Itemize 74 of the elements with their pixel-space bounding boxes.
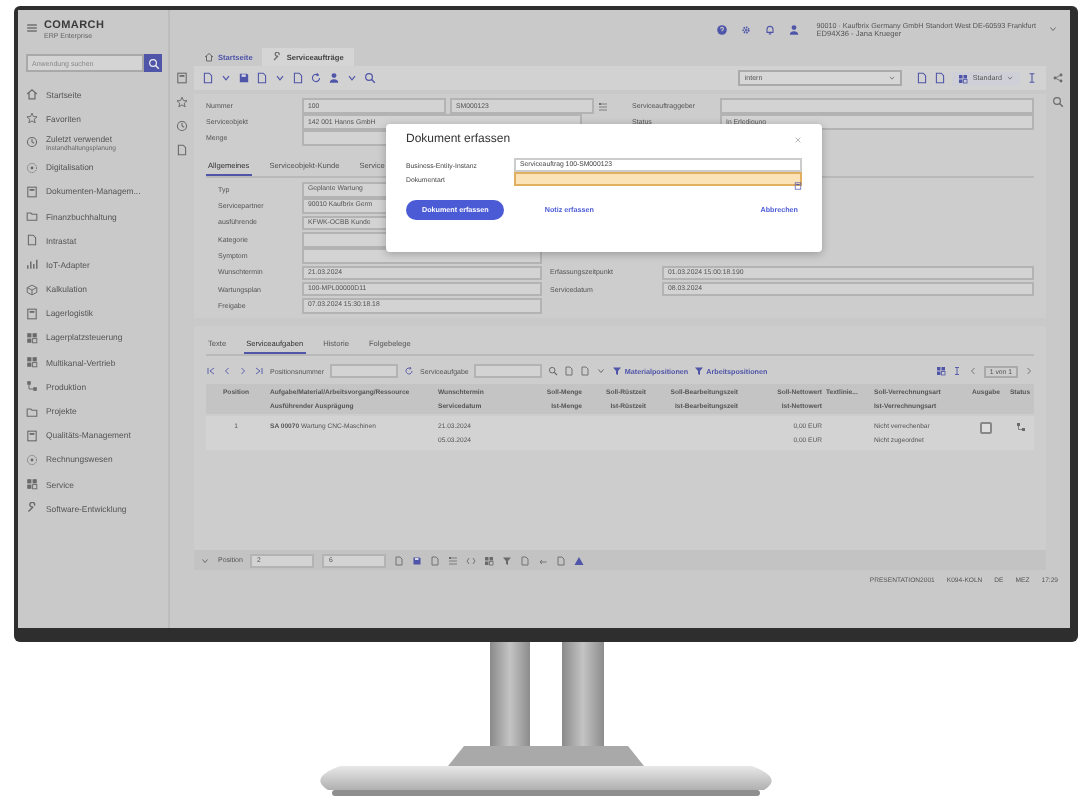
search-icon[interactable]	[364, 72, 376, 84]
caret-icon	[1006, 74, 1014, 82]
caret-icon[interactable]	[220, 72, 232, 84]
refresh-icon[interactable]	[404, 366, 415, 377]
grid-icon	[26, 478, 38, 491]
layout-icon	[958, 73, 969, 83]
chart-icon	[26, 258, 38, 271]
document-icon[interactable]	[394, 555, 405, 565]
status-icon	[1015, 422, 1025, 433]
caret-icon[interactable]	[346, 72, 358, 84]
clock-icon	[26, 136, 38, 149]
copy-icon[interactable]	[520, 555, 531, 565]
first-page-icon[interactable]	[206, 366, 216, 377]
bell-icon[interactable]	[764, 23, 777, 35]
help-icon[interactable]	[716, 23, 729, 35]
grid-icon[interactable]	[484, 555, 495, 565]
previous-icon[interactable]	[222, 366, 232, 377]
previous-icon[interactable]	[967, 366, 978, 377]
search-icon[interactable]	[548, 366, 559, 377]
caret-icon	[888, 74, 897, 82]
folder-icon	[26, 405, 38, 418]
picker-icon	[794, 182, 802, 190]
wrench-icon	[26, 502, 38, 515]
input-field[interactable]	[474, 364, 543, 379]
caret-icon[interactable]	[596, 366, 607, 377]
save-icon[interactable]	[238, 72, 250, 84]
copy-icon[interactable]	[256, 72, 268, 84]
search-icon	[147, 57, 160, 69]
wrench-icon	[272, 52, 283, 62]
search-icon[interactable]	[1052, 96, 1064, 108]
cube-icon	[26, 283, 38, 296]
document-icon[interactable]	[430, 555, 441, 565]
caret-icon[interactable]	[274, 72, 286, 84]
share-icon[interactable]	[1052, 72, 1064, 84]
text-cursor-icon[interactable]	[1026, 72, 1038, 84]
save-icon[interactable]	[412, 555, 423, 565]
document-icon	[26, 234, 38, 247]
caret-icon[interactable]	[1048, 24, 1058, 34]
board-icon	[26, 429, 38, 442]
refresh-icon[interactable]	[310, 72, 322, 84]
grid-icon	[26, 356, 38, 369]
star-icon[interactable]	[176, 96, 188, 108]
network-icon	[26, 380, 38, 393]
target-icon	[26, 453, 38, 466]
checkbox[interactable]	[980, 422, 992, 435]
folder-icon	[26, 210, 38, 223]
next-icon[interactable]	[238, 366, 248, 377]
star-icon	[26, 112, 38, 125]
new-document-icon[interactable]	[202, 72, 214, 84]
input-field[interactable]	[514, 172, 802, 186]
input-field[interactable]	[720, 98, 1034, 115]
filter-icon	[612, 366, 623, 377]
document-icon[interactable]	[556, 555, 567, 565]
filter-icon	[694, 366, 705, 377]
list-icon[interactable]	[448, 555, 459, 565]
home-icon	[26, 88, 38, 101]
layout-icon[interactable]	[935, 366, 946, 377]
filter-icon[interactable]	[502, 555, 513, 565]
grid-icon	[26, 331, 38, 344]
text-cursor-icon[interactable]	[951, 366, 962, 377]
last-page-icon[interactable]	[254, 366, 264, 377]
close-icon[interactable]	[794, 136, 802, 144]
search-button[interactable]	[144, 54, 162, 72]
clock-icon[interactable]	[176, 120, 188, 132]
caret-icon[interactable]	[200, 555, 210, 565]
next-icon[interactable]	[1024, 366, 1034, 377]
settings-icon[interactable]	[740, 23, 753, 35]
warning-icon[interactable]	[574, 555, 585, 565]
list-icon[interactable]	[598, 101, 608, 112]
input-field[interactable]	[330, 364, 399, 379]
home-icon	[204, 52, 214, 62]
document-icon[interactable]	[292, 72, 304, 84]
user-icon[interactable]	[788, 23, 801, 35]
menu-icon[interactable]	[26, 22, 38, 34]
